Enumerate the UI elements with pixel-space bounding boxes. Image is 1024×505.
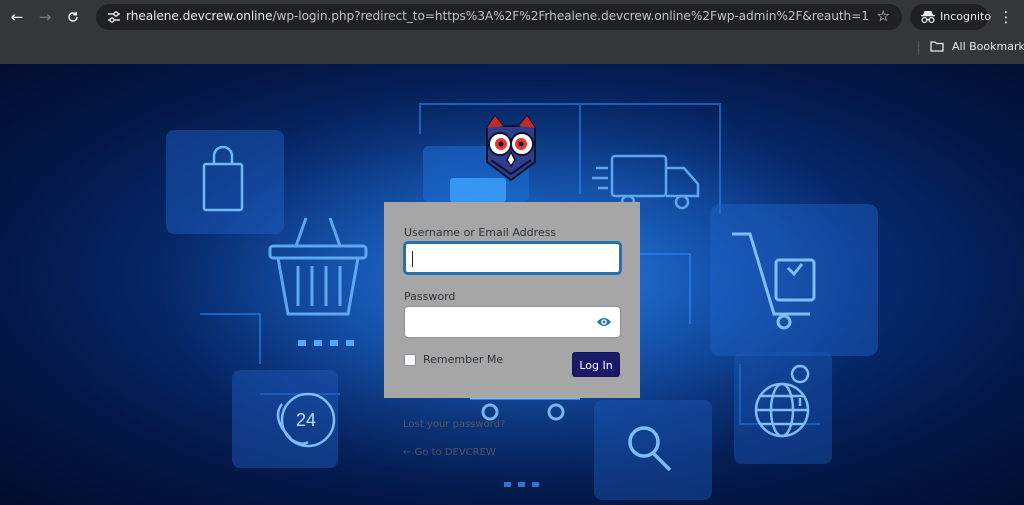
site-info-icon[interactable] — [106, 9, 122, 25]
browser-menu-button[interactable]: ⋮ — [998, 6, 1014, 28]
bag-tile — [166, 130, 284, 234]
24-text: 24 — [296, 410, 316, 430]
bookmarks-bar — [0, 34, 1024, 64]
eye-icon[interactable] — [596, 316, 612, 328]
remember-label: Remember Me — [423, 353, 504, 366]
remember-checkbox[interactable] — [404, 354, 416, 366]
bookmarks-separator — [918, 41, 919, 55]
decor-dots — [504, 482, 539, 487]
address-bar[interactable]: rhealene.devcrew.online/wp-login.php?red… — [96, 4, 902, 30]
folder-icon — [930, 41, 944, 52]
search-tile — [594, 400, 712, 500]
password-input[interactable] — [404, 306, 621, 338]
incognito-icon — [921, 11, 935, 24]
browser-chrome: ← → rhealene.devcrew.online/wp-login.php… — [0, 0, 1024, 64]
text-caret — [412, 251, 413, 267]
back-button[interactable]: ← — [6, 6, 28, 28]
url-text[interactable]: rhealene.devcrew.online/wp-login.php?red… — [126, 9, 869, 23]
back-arrow-icon: ← — [10, 8, 24, 26]
url-host: rhealene.devcrew.online — [126, 9, 273, 23]
star-icon: ☆ — [876, 7, 890, 25]
globe-tile — [734, 352, 832, 464]
login-page: 24 Username or Email Address Password Re… — [0, 64, 1024, 505]
reload-icon — [68, 11, 78, 22]
forward-button[interactable]: → — [34, 6, 56, 28]
username-label: Username or Email Address — [404, 226, 557, 239]
all-bookmarks-label: All Bookmarks — [952, 40, 1024, 53]
bookmark-star-button[interactable]: ☆ — [877, 7, 890, 25]
log-in-button[interactable]: Log In — [572, 352, 620, 377]
reload-button[interactable] — [62, 6, 84, 28]
browser-toolbar: ← → rhealene.devcrew.online/wp-login.php… — [0, 0, 1024, 34]
back-to-site-link[interactable]: ← Go to DEVCREW — [403, 447, 496, 458]
login-form: Username or Email Address Password Remem… — [384, 202, 640, 398]
menu-dots-icon: ⋮ — [998, 8, 1014, 26]
lost-password-link[interactable]: Lost your password? — [403, 419, 505, 430]
url-path: /wp-login.php?redirect_to=https%3A%2F%2F… — [272, 9, 869, 23]
forward-arrow-icon: → — [38, 8, 52, 26]
owl-logo[interactable] — [481, 114, 541, 184]
trolley-tile — [710, 204, 878, 356]
incognito-badge[interactable]: Incognito — [910, 4, 992, 30]
password-label: Password — [404, 290, 456, 303]
username-input[interactable] — [404, 242, 621, 274]
support-tile — [232, 370, 338, 468]
incognito-label: Incognito — [940, 10, 992, 23]
